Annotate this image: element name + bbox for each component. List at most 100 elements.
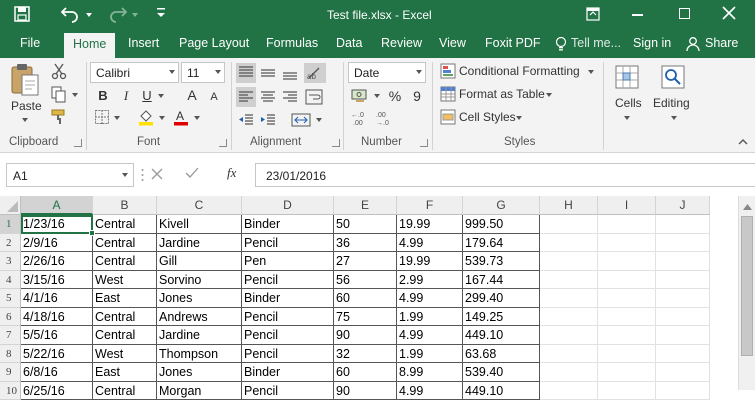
bottom-align-icon[interactable] — [280, 63, 300, 83]
cell-h5[interactable] — [540, 289, 598, 308]
cell-h8[interactable] — [540, 345, 598, 364]
cell-a2[interactable]: 2/9/16 — [21, 234, 93, 253]
font-name-combo[interactable]: Calibri — [90, 62, 179, 83]
cell-d4[interactable]: Pencil — [242, 271, 334, 290]
cell-i8[interactable] — [598, 345, 656, 364]
column-header-b[interactable]: B — [93, 196, 157, 215]
top-align-icon[interactable] — [236, 63, 256, 83]
cells-icon[interactable] — [614, 64, 640, 90]
cancel-icon[interactable] — [151, 168, 163, 180]
merge-center-icon[interactable] — [290, 110, 312, 130]
sign-in-link[interactable]: Sign in — [633, 36, 671, 50]
cell-f7[interactable]: 4.99 — [397, 326, 463, 345]
collapse-ribbon-icon[interactable] — [738, 138, 748, 146]
cell-c2[interactable]: Jardine — [157, 234, 242, 253]
redo-icon[interactable] — [108, 5, 128, 23]
cell-j8[interactable] — [656, 345, 710, 364]
cell-c3[interactable]: Gill — [157, 252, 242, 271]
cell-i6[interactable] — [598, 308, 656, 327]
cell-d5[interactable]: Binder — [242, 289, 334, 308]
conditional-formatting-dropdown-icon[interactable] — [588, 70, 594, 74]
cell-e2[interactable]: 36 — [334, 234, 397, 253]
column-header-i[interactable]: I — [598, 196, 656, 215]
row-header[interactable]: 10 — [0, 382, 21, 400]
cells-button[interactable]: Cells — [615, 96, 642, 110]
paste-dropdown-icon[interactable] — [22, 118, 28, 122]
enter-icon[interactable] — [185, 167, 199, 179]
insert-function-button[interactable]: fx — [227, 165, 236, 181]
cell-d7[interactable]: Pencil — [242, 326, 334, 345]
cell-b10[interactable]: Central — [93, 382, 157, 400]
cell-i4[interactable] — [598, 271, 656, 290]
tab-view[interactable]: View — [439, 36, 466, 50]
cell-e8[interactable]: 32 — [334, 345, 397, 364]
cells-dropdown-icon[interactable] — [624, 116, 630, 120]
cell-b6[interactable]: Central — [93, 308, 157, 327]
cell-a6[interactable]: 4/18/16 — [21, 308, 93, 327]
cell-i5[interactable] — [598, 289, 656, 308]
cell-b8[interactable]: West — [93, 345, 157, 364]
cell-e4[interactable]: 56 — [334, 271, 397, 290]
tab-home[interactable]: Home — [64, 33, 115, 58]
middle-align-icon[interactable] — [258, 63, 278, 83]
cell-a10[interactable]: 6/25/16 — [21, 382, 93, 400]
cell-g7[interactable]: 449.10 — [463, 326, 540, 345]
cell-j1[interactable] — [656, 215, 710, 234]
fill-color-icon[interactable] — [137, 108, 155, 126]
cell-g4[interactable]: 167.44 — [463, 271, 540, 290]
cell-d2[interactable]: Pencil — [242, 234, 334, 253]
row-header[interactable]: 4 — [0, 271, 21, 290]
cell-e3[interactable]: 27 — [334, 252, 397, 271]
cell-b3[interactable]: Central — [93, 252, 157, 271]
format-as-table-icon[interactable] — [440, 86, 456, 102]
cell-a3[interactable]: 2/26/16 — [21, 252, 93, 271]
cell-f5[interactable]: 4.99 — [397, 289, 463, 308]
cell-c7[interactable]: Jardine — [157, 326, 242, 345]
clipboard-launcher-icon[interactable] — [74, 139, 82, 147]
fill-color-dropdown-icon[interactable] — [159, 116, 165, 120]
tab-file[interactable]: File — [20, 36, 40, 50]
cell-i3[interactable] — [598, 252, 656, 271]
cell-c8[interactable]: Thompson — [157, 345, 242, 364]
paste-button[interactable]: Paste — [11, 99, 42, 113]
cell-styles-button[interactable]: Cell Styles — [459, 110, 516, 124]
cell-j6[interactable] — [656, 308, 710, 327]
font-color-icon[interactable]: A — [172, 108, 190, 126]
column-header-e[interactable]: E — [334, 196, 397, 215]
cell-c5[interactable]: Jones — [157, 289, 242, 308]
orientation-icon[interactable]: ab — [304, 63, 326, 83]
column-header-c[interactable]: C — [157, 196, 242, 215]
cell-a7[interactable]: 5/5/16 — [21, 326, 93, 345]
italic-button[interactable]: I — [117, 87, 135, 105]
format-as-table-dropdown-icon[interactable] — [546, 93, 552, 97]
cell-c9[interactable]: Jones — [157, 363, 242, 382]
column-header-f[interactable]: F — [397, 196, 463, 215]
row-header[interactable]: 8 — [0, 345, 21, 364]
accounting-dropdown-icon[interactable] — [374, 94, 380, 98]
underline-button[interactable]: U — [138, 87, 156, 105]
align-center-icon[interactable] — [258, 87, 278, 107]
worksheet-grid[interactable]: ABCDEFGHIJ 11/23/16CentralKivellBinder50… — [0, 196, 755, 390]
tab-formulas[interactable]: Formulas — [266, 36, 318, 50]
cell-c1[interactable]: Kivell — [157, 215, 242, 234]
cell-h2[interactable] — [540, 234, 598, 253]
close-icon[interactable] — [722, 6, 736, 20]
cell-j4[interactable] — [656, 271, 710, 290]
comma-style-button[interactable]: 9 — [408, 87, 426, 105]
increase-indent-icon[interactable] — [258, 110, 278, 130]
column-header-j[interactable]: J — [656, 196, 710, 215]
cell-g1[interactable]: 999.50 — [463, 215, 540, 234]
name-box-dropdown-icon[interactable] — [122, 173, 128, 177]
cell-a1[interactable]: 1/23/16 — [21, 215, 93, 234]
cell-i2[interactable] — [598, 234, 656, 253]
row-header[interactable]: 7 — [0, 326, 21, 345]
cell-f9[interactable]: 8.99 — [397, 363, 463, 382]
cell-b9[interactable]: East — [93, 363, 157, 382]
save-icon[interactable] — [14, 6, 30, 22]
cell-g6[interactable]: 149.25 — [463, 308, 540, 327]
customize-qat-icon[interactable] — [155, 6, 167, 20]
cell-i7[interactable] — [598, 326, 656, 345]
alignment-launcher-icon[interactable] — [332, 139, 340, 147]
align-left-icon[interactable] — [236, 87, 256, 107]
undo-icon[interactable] — [60, 5, 80, 23]
